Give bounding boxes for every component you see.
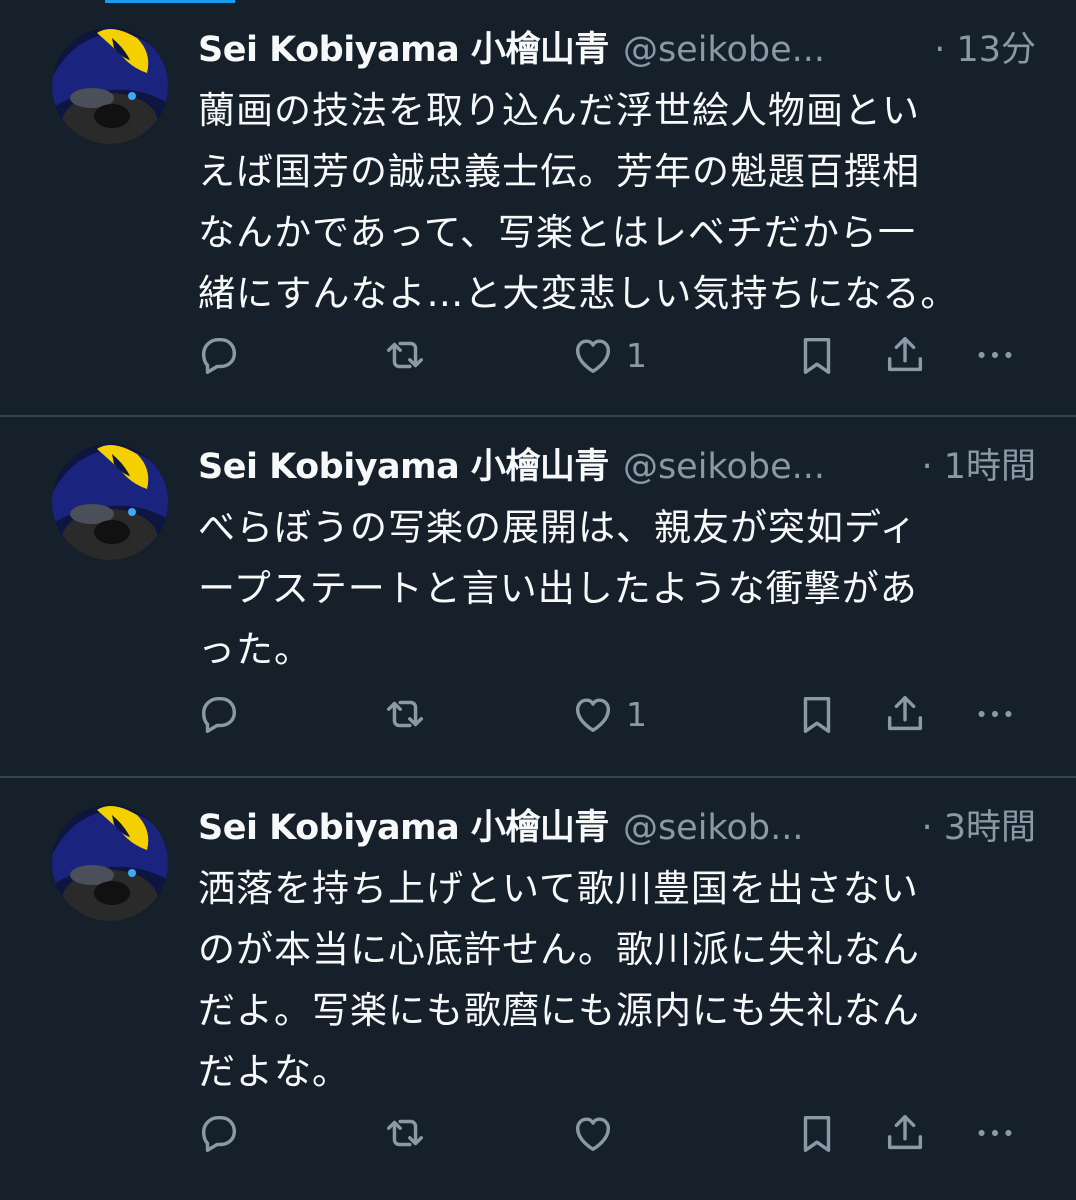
- heart-icon: [575, 698, 611, 733]
- tweet[interactable]: Sei Kobiyama 小檜山青 @seikobe... · 13分 蘭画の技…: [0, 0, 1076, 417]
- tweet-timestamp[interactable]: · 1時間: [921, 443, 1036, 491]
- reply-icon: [201, 696, 237, 733]
- heart-icon: [575, 339, 611, 374]
- tweet-text: 洒落を持ち上げといて歌川豊国を出さない のが本当に心底許せん。歌川派に失礼なん …: [198, 867, 920, 1093]
- retweet-icon: [386, 1119, 424, 1147]
- tweet-header: Sei Kobiyama 小檜山青 @seikobe... · 13分: [198, 26, 1036, 74]
- tweet[interactable]: Sei Kobiyama 小檜山青 @seikob... · 3時間 洒落を持ち…: [0, 778, 1076, 1200]
- more-button[interactable]: [972, 330, 1018, 380]
- bookmark-button[interactable]: [794, 330, 840, 380]
- author-name[interactable]: Sei Kobiyama 小檜山青: [198, 443, 609, 491]
- reply-button[interactable]: [196, 1108, 242, 1158]
- tweet-actions: 1: [196, 689, 1026, 739]
- tweet-text: 蘭画の技法を取り込んだ浮世絵人物画とい えば国芳の誠忠義士伝。芳年の魁題百撰相 …: [198, 89, 959, 315]
- tweet[interactable]: Sei Kobiyama 小檜山青 @seikobe... · 1時間 べらぼう…: [0, 417, 1076, 778]
- tweet-actions: 1: [196, 330, 1026, 380]
- retweet-icon: [386, 341, 424, 369]
- retweet-button[interactable]: [382, 1108, 428, 1158]
- bookmark-button[interactable]: [794, 689, 840, 739]
- author-name[interactable]: Sei Kobiyama 小檜山青: [198, 26, 609, 74]
- more-button[interactable]: [972, 689, 1018, 739]
- tweet-header: Sei Kobiyama 小檜山青 @seikobe... · 1時間: [198, 443, 1036, 491]
- bookmark-icon: [803, 337, 831, 374]
- more-icon: [978, 351, 1012, 359]
- like-button[interactable]: 1: [570, 689, 647, 739]
- retweet-button[interactable]: [382, 689, 428, 739]
- reply-icon: [201, 337, 237, 374]
- author-name[interactable]: Sei Kobiyama 小檜山青: [198, 804, 609, 852]
- tweet-actions: [196, 1108, 1026, 1158]
- reply-icon: [201, 1115, 237, 1152]
- like-button[interactable]: 1: [570, 330, 647, 380]
- like-count: 1: [626, 335, 647, 375]
- like-button[interactable]: [570, 1108, 626, 1158]
- retweet-button[interactable]: [382, 330, 428, 380]
- bookmark-icon: [803, 1115, 831, 1152]
- avatar[interactable]: [52, 805, 168, 921]
- retweet-icon: [386, 700, 424, 728]
- tweet-timestamp[interactable]: · 13分: [934, 26, 1036, 74]
- timeline-feed: Sei Kobiyama 小檜山青 @seikobe... · 13分 蘭画の技…: [0, 0, 1076, 1200]
- more-button[interactable]: [972, 1108, 1018, 1158]
- share-icon: [887, 695, 923, 731]
- tweet-text: べらぼうの写楽の展開は、親友が突如ディ ープステートと言い出したような衝撃があ …: [198, 506, 918, 671]
- author-handle[interactable]: @seikobe...: [623, 26, 924, 74]
- heart-icon: [575, 1117, 611, 1152]
- bookmark-icon: [803, 696, 831, 733]
- reply-button[interactable]: [196, 330, 242, 380]
- tweet-timestamp[interactable]: · 3時間: [921, 804, 1036, 852]
- tweet-header: Sei Kobiyama 小檜山青 @seikob... · 3時間: [198, 804, 1036, 852]
- avatar[interactable]: [52, 444, 168, 560]
- avatar[interactable]: [52, 28, 168, 144]
- more-icon: [978, 1129, 1012, 1137]
- like-count: 1: [626, 694, 647, 734]
- share-icon: [887, 336, 923, 372]
- share-button[interactable]: [882, 330, 928, 380]
- more-icon: [978, 710, 1012, 718]
- author-handle[interactable]: @seikobe...: [623, 443, 912, 491]
- share-button[interactable]: [882, 1108, 928, 1158]
- bookmark-button[interactable]: [794, 1108, 840, 1158]
- reply-button[interactable]: [196, 689, 242, 739]
- share-button[interactable]: [882, 689, 928, 739]
- share-icon: [887, 1114, 923, 1150]
- author-handle[interactable]: @seikob...: [623, 804, 912, 852]
